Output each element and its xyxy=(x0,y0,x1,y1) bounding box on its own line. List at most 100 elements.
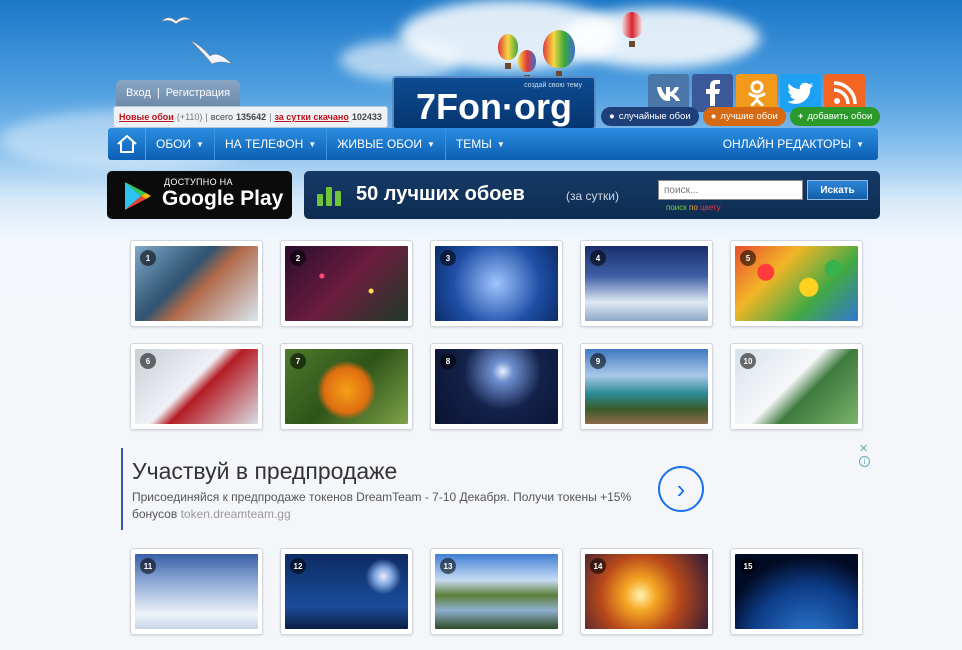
pill-label: добавить обои xyxy=(807,111,873,122)
auth-separator: | xyxy=(156,87,160,99)
caret-down-icon: ▼ xyxy=(196,139,204,149)
rank-badge: 1 xyxy=(140,250,156,266)
rank-badge: 12 xyxy=(290,558,306,574)
ad-headline: Участвуй в предпродаже xyxy=(132,458,398,484)
new-wallpapers-link[interactable]: Новые обои xyxy=(119,112,174,122)
random-wallpapers-button[interactable]: ● случайные обои xyxy=(601,107,699,126)
add-wallpapers-button[interactable]: + добавить обои xyxy=(789,107,881,126)
nav-themes[interactable]: ТЕМЫ ▼ xyxy=(446,128,515,160)
seagull-icon xyxy=(160,16,192,25)
rank-badge: 14 xyxy=(590,558,606,574)
nav-phone[interactable]: НА ТЕЛЕФОН ▼ xyxy=(215,128,328,160)
rank-badge: 5 xyxy=(740,250,756,266)
caret-down-icon: ▼ xyxy=(496,139,505,149)
rank-badge: 4 xyxy=(590,250,606,266)
logo-name: 7Fon·org xyxy=(416,86,572,127)
wallpaper-thumb[interactable]: 3 xyxy=(430,240,563,327)
wallpaper-thumb[interactable]: 9 xyxy=(580,343,713,430)
wallpaper-thumb[interactable]: 11 xyxy=(130,548,263,635)
caret-down-icon: ▼ xyxy=(426,139,435,149)
wallpaper-thumb[interactable]: 7 xyxy=(280,343,413,430)
site-logo[interactable]: создай свою тему 7Fon·org xyxy=(392,76,596,130)
top-wallpapers-link[interactable]: 50 лучших обоев xyxy=(356,183,525,206)
rank-badge: 11 xyxy=(140,558,156,574)
pill-label: случайные обои xyxy=(618,111,691,122)
quick-links: ● случайные обои ● лучшие обои + добавит… xyxy=(601,107,881,126)
google-play-icon xyxy=(125,182,151,210)
ad-banner[interactable]: Участвуй в предпродаже Присоединяйся к п… xyxy=(121,444,871,530)
nav-online-editors[interactable]: ОНЛАЙН РЕДАКТОРЫ ▼ xyxy=(723,137,878,151)
downloaded-link[interactable]: за сутки скачано xyxy=(274,112,348,122)
wallpaper-thumb[interactable]: 6 xyxy=(130,343,263,430)
cloud-decoration xyxy=(560,8,760,68)
bar-chart-icon xyxy=(317,187,341,206)
wallpaper-row: 11 12 13 14 15 xyxy=(130,548,863,635)
wallpaper-thumb[interactable]: 8 xyxy=(430,343,563,430)
balloon-decoration xyxy=(621,12,643,47)
nav-label: ОНЛАЙН РЕДАКТОРЫ xyxy=(722,137,852,151)
ad-accent-bar xyxy=(121,448,123,530)
wallpaper-thumb[interactable]: 4 xyxy=(580,240,713,327)
wallpaper-thumb[interactable]: 1 xyxy=(130,240,263,327)
close-icon[interactable]: ✕ xyxy=(859,444,868,455)
nav-wallpapers[interactable]: ОБОИ ▼ xyxy=(146,128,215,160)
wallpaper-thumb[interactable]: 12 xyxy=(280,548,413,635)
plus-icon: + xyxy=(797,111,804,122)
wallpaper-thumb[interactable]: 14 xyxy=(580,548,713,635)
auth-tab: Вход | Регистрация xyxy=(116,80,240,106)
balloon-decoration xyxy=(518,50,536,81)
gplay-small: ДОСТУПНО НА xyxy=(164,177,233,187)
total-value: 135642 xyxy=(236,112,267,122)
wallpaper-thumb[interactable]: 13 xyxy=(430,548,563,635)
wallpaper-thumb[interactable]: 10 xyxy=(730,343,863,430)
rank-badge: 13 xyxy=(440,558,456,574)
best-wallpapers-button[interactable]: ● лучшие обои xyxy=(702,107,786,126)
wallpaper-thumb[interactable]: 2 xyxy=(280,240,413,327)
nav-label: НА ТЕЛЕФОН xyxy=(224,137,304,151)
dot-icon: ● xyxy=(710,111,717,122)
search-input[interactable] xyxy=(658,180,803,200)
site-stats: Новые обои (+110) | всего 135642 | за су… xyxy=(113,106,388,128)
balloon-decoration xyxy=(498,34,518,69)
google-play-badge[interactable]: ДОСТУПНО НА Google Play xyxy=(107,171,292,219)
color-search-link[interactable]: поиск по цвету xyxy=(666,203,721,212)
nav-label: ЖИВЫЕ ОБОИ xyxy=(337,137,422,151)
ad-url: token.dreamteam.gg xyxy=(180,507,291,521)
nav-label: ТЕМЫ xyxy=(455,137,492,151)
login-link[interactable]: Вход xyxy=(126,87,151,99)
rank-badge: 3 xyxy=(440,250,456,266)
info-icon[interactable]: i xyxy=(859,456,870,467)
top-wallpapers-period: (за сутки) xyxy=(566,189,619,203)
rank-badge: 8 xyxy=(440,353,456,369)
balloon-decoration xyxy=(543,30,575,77)
wallpaper-thumb[interactable]: 5 xyxy=(730,240,863,327)
downloaded-value: 102433 xyxy=(351,112,382,122)
nav-live-wallpapers[interactable]: ЖИВЫЕ ОБОИ ▼ xyxy=(327,128,446,160)
wallpaper-row: 6 7 8 9 10 xyxy=(130,343,863,430)
wallpaper-row: 1 2 3 4 5 xyxy=(130,240,863,327)
search-button[interactable]: Искать xyxy=(807,180,868,200)
top-wallpapers-panel: 50 лучших обоев (за сутки) Искать поиск … xyxy=(304,171,880,219)
rank-badge: 10 xyxy=(740,353,756,369)
caret-down-icon: ▼ xyxy=(856,139,864,149)
register-link[interactable]: Регистрация xyxy=(166,87,230,99)
rank-badge: 2 xyxy=(290,250,306,266)
pill-label: лучшие обои xyxy=(720,111,778,122)
rank-badge: 15 xyxy=(740,558,756,574)
dot-icon: ● xyxy=(609,111,615,122)
rank-badge: 7 xyxy=(290,353,306,369)
caret-down-icon: ▼ xyxy=(308,139,317,149)
cloud-decoration xyxy=(340,40,460,80)
main-nav: ОБОИ ▼ НА ТЕЛЕФОН ▼ ЖИВЫЕ ОБОИ ▼ ТЕМЫ ▼ … xyxy=(108,128,878,160)
total-label: всего xyxy=(210,112,234,122)
wallpaper-thumb[interactable]: 15 xyxy=(730,548,863,635)
ad-body: Присоединяйся к предпродаже токенов Drea… xyxy=(132,489,652,523)
new-count: (+110) xyxy=(176,112,203,122)
seagull-icon xyxy=(189,39,233,65)
rank-badge: 9 xyxy=(590,353,606,369)
gplay-big: Google Play xyxy=(162,187,284,210)
nav-label: ОБОИ xyxy=(156,137,192,151)
chevron-right-icon[interactable]: › xyxy=(658,466,704,512)
rank-badge: 6 xyxy=(140,353,156,369)
home-icon[interactable] xyxy=(108,128,146,160)
